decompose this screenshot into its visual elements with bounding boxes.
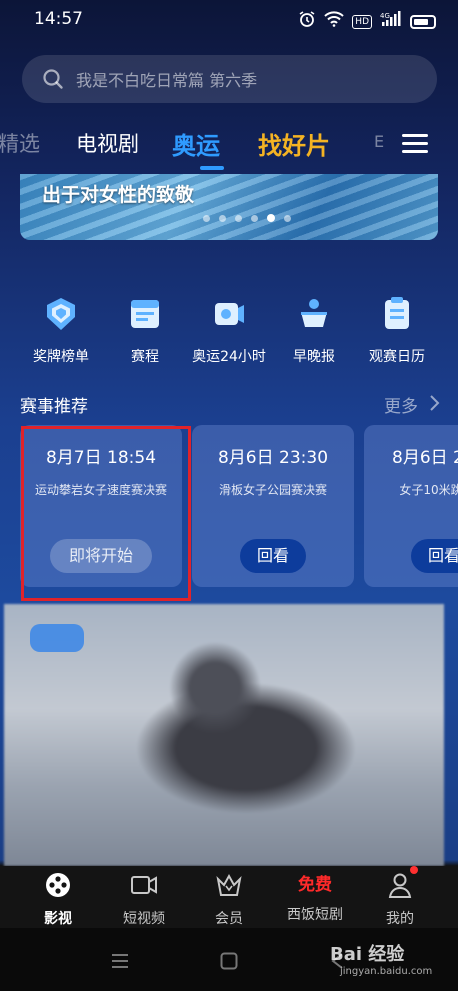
chevron-right-icon[interactable] — [428, 394, 440, 412]
news-icon — [301, 299, 327, 327]
quicknav-daily-news[interactable]: 早晚报 — [269, 296, 359, 366]
highlight-annotation — [21, 426, 191, 601]
tab-next[interactable]: E — [374, 132, 384, 151]
free-badge: 免费 — [298, 875, 332, 895]
carousel-dot — [203, 214, 210, 222]
search-placeholder: 我是不白吃日常篇 第六季 — [76, 71, 258, 90]
replay-button[interactable]: 回看 — [411, 539, 458, 573]
menu-icon[interactable] — [402, 134, 428, 154]
carousel-dot — [235, 214, 242, 222]
category-tabs: 精选 电视剧 奥运 找好片 E — [0, 122, 458, 172]
nav-vip[interactable]: 会员 — [189, 872, 269, 928]
carousel-dot — [284, 214, 291, 222]
bottom-nav: 影视 短视频 会员 免费 西饭短剧 我的 — [0, 866, 458, 928]
alarm-icon — [298, 10, 316, 34]
quick-nav: 奖牌榜单 赛程 奥运24小时 早晚报 观赛日历 — [0, 296, 458, 366]
app-screen: 14:57 HD 4G 我是不白吃日常篇 第六季 精选 电视剧 奥运 找好片 E — [0, 0, 458, 991]
video-badge — [30, 624, 84, 652]
carousel-dot — [219, 214, 226, 222]
event-name: 女子10米跳台决赛 — [399, 483, 458, 497]
home-icon[interactable] — [220, 952, 238, 970]
calendar-icon — [385, 297, 409, 329]
olympic-24h-icon — [215, 303, 244, 325]
active-tab-indicator — [200, 166, 224, 170]
medal-icon — [47, 298, 75, 330]
schedule-icon — [131, 300, 159, 328]
nav-short-drama[interactable]: 免费 西饭短剧 — [275, 872, 355, 924]
crown-icon — [216, 873, 242, 896]
recent-apps-icon[interactable] — [110, 952, 130, 970]
carousel-dot-active — [267, 214, 275, 222]
status-icons: HD 4G — [298, 10, 436, 34]
tab-find-movies[interactable]: 找好片 — [258, 126, 330, 161]
video-camera-icon — [131, 876, 157, 894]
tab-olympics[interactable]: 奥运 — [172, 126, 220, 161]
quicknav-watch-calendar[interactable]: 观赛日历 — [352, 296, 442, 366]
event-time: 8月6日 2 — [392, 448, 458, 468]
quicknav-schedule[interactable]: 赛程 — [100, 296, 190, 366]
search-icon — [43, 69, 63, 89]
event-time: 8月6日 23:30 — [217, 448, 329, 468]
notification-dot — [410, 866, 418, 874]
banner-carousel[interactable]: 出于对女性的致敬 — [20, 174, 438, 240]
section-title: 赛事推荐 — [20, 397, 88, 417]
event-name: 滑板女子公园赛决赛 — [218, 483, 327, 497]
wifi-icon — [324, 11, 344, 33]
signal-icon: 4G — [380, 11, 402, 33]
tab-tv-series[interactable]: 电视剧 — [76, 128, 139, 158]
status-bar: 14:57 HD 4G — [0, 0, 458, 40]
film-reel-icon — [46, 873, 70, 897]
quicknav-medal-table[interactable]: 奖牌榜单 — [16, 296, 106, 366]
nav-profile[interactable]: 我的 — [360, 872, 440, 928]
carousel-dots — [203, 214, 291, 222]
tab-featured[interactable]: 精选 — [0, 128, 40, 158]
more-link[interactable]: 更多 — [384, 392, 418, 417]
hd-badge: HD — [352, 15, 372, 29]
event-card[interactable]: 8月6日 2 女子10米跳台决赛 回看 — [364, 425, 458, 587]
search-bar[interactable]: 我是不白吃日常篇 第六季 — [22, 55, 437, 103]
baidu-watermark: Bai 经验 jingyan.baidu.com — [330, 944, 433, 977]
quicknav-olympics-24h[interactable]: 奥运24小时 — [184, 296, 274, 366]
battery-icon — [410, 15, 436, 29]
banner-title: 出于对女性的致敬 — [42, 184, 195, 206]
status-time: 14:57 — [34, 9, 83, 29]
nav-home[interactable]: 影视 — [18, 872, 98, 928]
replay-button[interactable]: 回看 — [240, 539, 306, 573]
nav-short-video[interactable]: 短视频 — [104, 872, 184, 928]
profile-icon — [388, 873, 412, 898]
event-card[interactable]: 8月6日 23:30 滑板女子公园赛决赛 回看 — [192, 425, 354, 587]
svg-text:4G: 4G — [380, 12, 390, 20]
carousel-dot — [251, 214, 258, 222]
